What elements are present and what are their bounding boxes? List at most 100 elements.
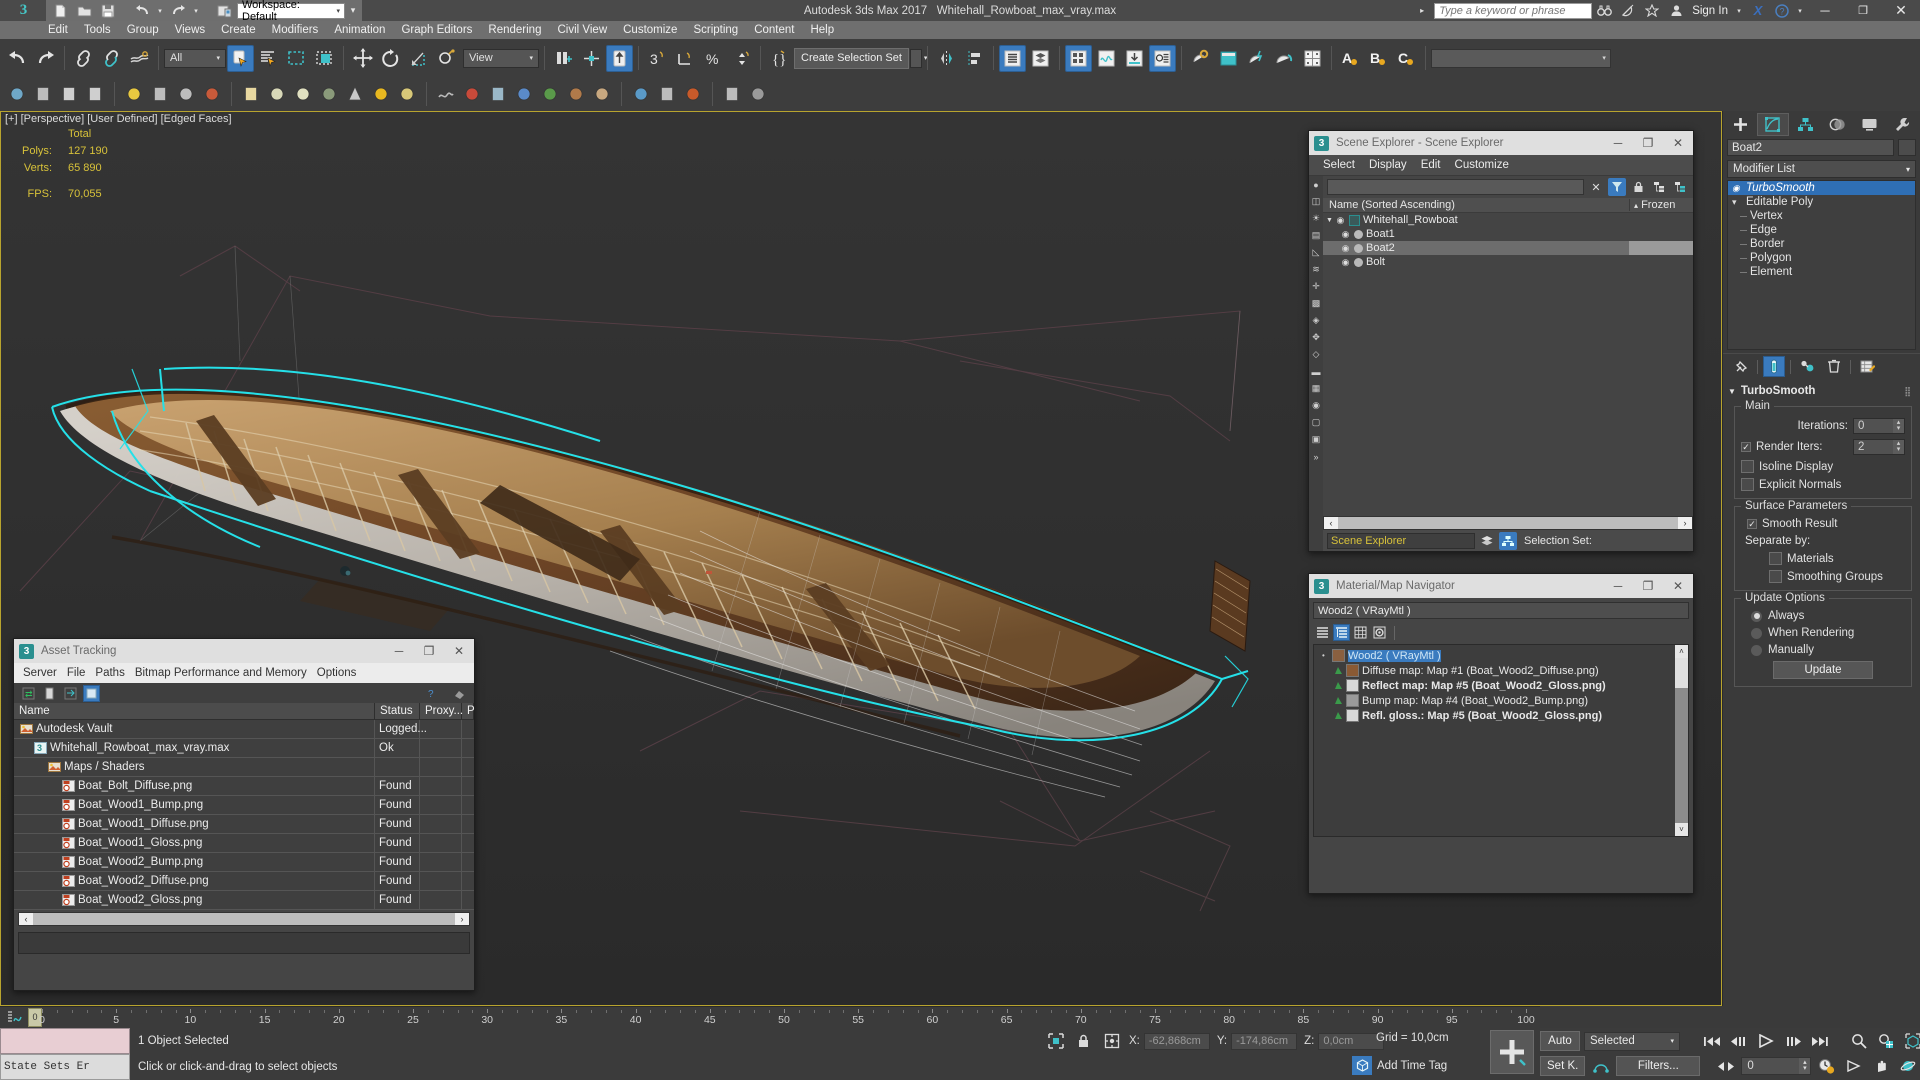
go-to-end-icon[interactable] bbox=[1808, 1031, 1831, 1052]
isoline-display-checkbox[interactable] bbox=[1741, 460, 1754, 473]
state-sets-preview[interactable] bbox=[0, 1028, 130, 1054]
spacewarp-icon[interactable] bbox=[201, 83, 223, 105]
redo-icon[interactable] bbox=[167, 1, 189, 20]
redo-dropdown-icon[interactable]: ▾ bbox=[191, 1, 201, 20]
add-key-button[interactable] bbox=[1490, 1030, 1534, 1074]
explicit-normals-checkbox[interactable] bbox=[1741, 478, 1754, 491]
unlink-selection-button[interactable] bbox=[98, 45, 125, 72]
scene-explorer-menu-edit[interactable]: Edit bbox=[1414, 159, 1448, 171]
all-objects-filter-icon[interactable]: ● bbox=[1309, 176, 1323, 193]
zoom-all-icon[interactable] bbox=[1874, 1031, 1897, 1052]
next-frame-icon[interactable] bbox=[1781, 1031, 1804, 1052]
font-b-button[interactable]: B bbox=[1365, 45, 1392, 72]
modifier-visibility-eye-icon[interactable]: ◉ bbox=[1732, 183, 1746, 194]
frozen-cell[interactable] bbox=[1629, 255, 1693, 269]
angle-snap-toggle-button[interactable] bbox=[672, 45, 699, 72]
sphere-primitive-icon[interactable] bbox=[6, 83, 28, 105]
use-transform-coordinate-center-button[interactable] bbox=[606, 44, 633, 72]
asset-name-cell[interactable]: Maps / Shaders bbox=[14, 758, 375, 776]
show-end-result-icon[interactable] bbox=[1763, 356, 1785, 377]
create-selection-set-button[interactable]: Create Selection Set bbox=[794, 47, 909, 69]
lights-filter-icon[interactable]: ☀ bbox=[1309, 210, 1323, 227]
redo-button[interactable] bbox=[32, 45, 59, 72]
material-tree-vscrollbar[interactable]: ˄ bbox=[1675, 645, 1688, 836]
toggle-scene-explorer-button[interactable] bbox=[998, 44, 1026, 72]
asset-col-name[interactable]: Name bbox=[14, 703, 375, 719]
sphere-preview-icon[interactable] bbox=[1371, 624, 1388, 641]
asset-table-row[interactable]: 3 Whitehall_Rowboat_max_vray.max Ok bbox=[14, 739, 474, 758]
tab-create[interactable] bbox=[1725, 113, 1756, 136]
percent-snap-toggle-button[interactable]: % bbox=[700, 45, 727, 72]
hscroll-right-arrow-icon[interactable]: › bbox=[1678, 517, 1692, 529]
camera-target-icon[interactable] bbox=[149, 83, 171, 105]
menu-item-edit[interactable]: Edit bbox=[40, 21, 76, 39]
render-setup-button[interactable] bbox=[1187, 45, 1214, 72]
modifier-list-dropdown[interactable]: Modifier List ▾ bbox=[1727, 160, 1916, 178]
show-files-icon[interactable] bbox=[83, 684, 100, 702]
menu-item-modifiers[interactable]: Modifiers bbox=[264, 21, 327, 39]
time-configuration-icon[interactable] bbox=[1815, 1056, 1838, 1077]
asset-menu-file[interactable]: File bbox=[62, 667, 91, 679]
track-bar-curve-icon[interactable] bbox=[0, 1007, 28, 1029]
mat-sphere2-icon[interactable] bbox=[292, 83, 314, 105]
particles-filter-icon[interactable]: ✥ bbox=[1309, 329, 1323, 346]
add-time-tag-control[interactable]: Add Time Tag bbox=[1352, 1056, 1447, 1075]
favorites-star-icon[interactable] bbox=[1640, 0, 1664, 21]
scene-explorer-menu-select[interactable]: Select bbox=[1316, 159, 1362, 171]
sign-in-dropdown-icon[interactable]: ▾ bbox=[1732, 0, 1746, 21]
asset-name-cell[interactable]: Boat_Wood1_Gloss.png bbox=[14, 834, 375, 852]
curve-editor-button[interactable] bbox=[1064, 44, 1092, 72]
named-selection-sets-button[interactable]: {} bbox=[766, 45, 793, 72]
binoculars-icon[interactable] bbox=[1592, 0, 1616, 21]
rectangular-selection-region-button[interactable] bbox=[283, 45, 310, 72]
reference-coordinate-system-dropdown[interactable]: View ▾ bbox=[463, 48, 539, 68]
mat-sphere1-icon[interactable] bbox=[266, 83, 288, 105]
current-material-field[interactable]: Wood2 ( VRayMtl ) bbox=[1313, 602, 1689, 619]
app-logo-icon[interactable]: 3 bbox=[0, 0, 46, 21]
vault-settings-icon[interactable] bbox=[451, 685, 468, 702]
menu-item-help[interactable]: Help bbox=[802, 21, 842, 39]
workspace-selector[interactable]: Workspace: Default ▾ bbox=[237, 0, 345, 23]
menu-item-civil-view[interactable]: Civil View bbox=[549, 21, 615, 39]
menu-item-create[interactable]: Create bbox=[213, 21, 264, 39]
select-and-move-button[interactable] bbox=[349, 45, 376, 72]
select-and-link-button[interactable] bbox=[70, 45, 97, 72]
search-input[interactable]: Type a keyword or phrase bbox=[1434, 2, 1593, 19]
spacewarps-filter-icon[interactable]: ≋ bbox=[1309, 261, 1323, 278]
layer-stack-icon[interactable] bbox=[1478, 532, 1496, 550]
mat-cone-icon[interactable] bbox=[344, 83, 366, 105]
previous-frame-icon[interactable] bbox=[1727, 1031, 1750, 1052]
selection-lock-region-icon[interactable] bbox=[1045, 1031, 1066, 1051]
frozen-filter-icon[interactable]: ▬ bbox=[1309, 363, 1323, 380]
viewport-label[interactable]: [+] [Perspective] [User Defined] [Edged … bbox=[5, 113, 232, 125]
pin-stack-icon[interactable] bbox=[1730, 356, 1752, 377]
menu-item-scripting[interactable]: Scripting bbox=[685, 21, 746, 39]
asset-menu-bitmap-performance-and-memory[interactable]: Bitmap Performance and Memory bbox=[130, 667, 312, 679]
use-selection-center-button[interactable] bbox=[578, 45, 605, 72]
menu-item-content[interactable]: Content bbox=[746, 21, 802, 39]
scene-explorer-row[interactable]: ◉ Bolt bbox=[1323, 255, 1693, 269]
asset-menu-paths[interactable]: Paths bbox=[90, 667, 129, 679]
grid-helper-icon[interactable] bbox=[487, 83, 509, 105]
go-to-start-icon[interactable] bbox=[1700, 1031, 1723, 1052]
shapes-filter-icon[interactable]: ◇ bbox=[1309, 346, 1323, 363]
auto-key-button[interactable]: Auto bbox=[1540, 1031, 1580, 1051]
materials-checkbox[interactable] bbox=[1769, 552, 1782, 565]
layers-filter-icon[interactable]: ◉ bbox=[1309, 397, 1323, 414]
bones-filter-icon[interactable]: ✛ bbox=[1309, 278, 1323, 295]
asset-hscroll-left-icon[interactable]: ‹ bbox=[19, 913, 33, 925]
frozen-cell[interactable] bbox=[1629, 213, 1693, 227]
bind-to-space-warp-button[interactable] bbox=[126, 45, 153, 72]
cameras-filter-icon[interactable]: ▤ bbox=[1309, 227, 1323, 244]
scene-explorer-search-input[interactable] bbox=[1327, 179, 1584, 195]
containers-filter-icon[interactable]: ▢ bbox=[1309, 414, 1323, 431]
configure-modifier-sets-icon[interactable] bbox=[1856, 356, 1878, 377]
render-iters-checkbox[interactable]: ✓ bbox=[1741, 442, 1751, 452]
rendered-frame-window-button[interactable] bbox=[1215, 45, 1242, 72]
key-step-icon[interactable] bbox=[1714, 1056, 1737, 1077]
z-value[interactable]: 0,0cm bbox=[1318, 1032, 1385, 1050]
dependency-icon[interactable] bbox=[62, 685, 79, 702]
asset-table-row[interactable]: Boat_Wood1_Diffuse.png Found bbox=[14, 815, 474, 834]
select-object-button[interactable] bbox=[227, 44, 254, 72]
mat-box-icon[interactable] bbox=[240, 83, 262, 105]
